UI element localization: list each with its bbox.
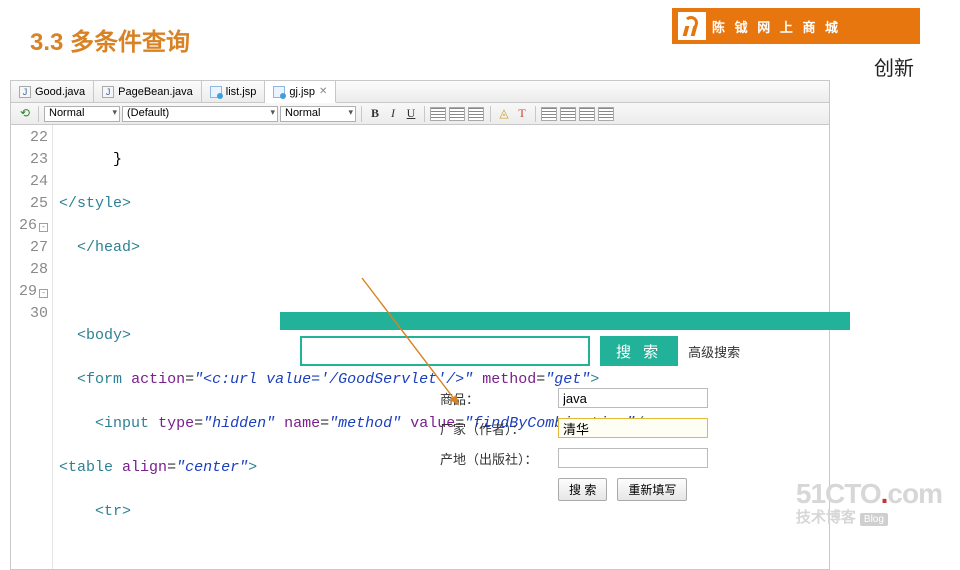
close-icon[interactable]: ✕ xyxy=(319,86,327,97)
form-submit-button[interactable]: 搜 索 xyxy=(558,478,607,501)
input-origin[interactable] xyxy=(558,448,708,468)
highlight-color-icon[interactable]: ◬ xyxy=(496,106,512,122)
underline-button[interactable]: U xyxy=(403,106,419,122)
separator xyxy=(38,106,39,122)
indent-left-button[interactable] xyxy=(541,107,557,121)
jsp-file-icon xyxy=(273,86,285,98)
bulleted-list-button[interactable] xyxy=(579,107,595,121)
search-input[interactable] xyxy=(300,336,590,366)
tab-label: Good.java xyxy=(35,86,85,98)
code-line: } xyxy=(59,149,653,171)
code-line: <tr> xyxy=(59,501,653,523)
format-toolbar: ⟲ Normal (Default) Normal B I U ◬ T xyxy=(11,103,829,125)
tab-pagebean-java[interactable]: J PageBean.java xyxy=(94,81,202,102)
bold-button[interactable]: B xyxy=(367,106,383,122)
separator xyxy=(424,106,425,122)
form-row-origin: 产地（出版社）： xyxy=(440,448,708,468)
brand-text: 陈 钺 网 上 商 城 xyxy=(712,17,841,36)
separator xyxy=(361,106,362,122)
fold-icon[interactable]: - xyxy=(39,223,48,232)
form-row-maker: 厂家（作者）： xyxy=(440,418,708,438)
brand-icon xyxy=(678,12,706,40)
nav-band xyxy=(280,312,850,330)
search-button[interactable]: 搜 索 xyxy=(600,336,678,366)
separator xyxy=(490,106,491,122)
italic-button[interactable]: I xyxy=(385,106,401,122)
form-reset-button[interactable]: 重新填写 xyxy=(617,478,687,501)
fold-icon[interactable]: - xyxy=(39,289,48,298)
tab-good-java[interactable]: J Good.java xyxy=(11,81,94,102)
source-mode-icon[interactable]: ⟲ xyxy=(17,106,33,122)
advanced-search-link[interactable]: 高级搜索 xyxy=(688,342,740,361)
font-combo[interactable]: (Default) xyxy=(122,106,278,122)
input-maker[interactable] xyxy=(558,418,708,438)
align-right-button[interactable] xyxy=(468,107,484,121)
search-row: 搜 索 高级搜索 xyxy=(300,336,740,366)
indent-right-button[interactable] xyxy=(560,107,576,121)
code-line: </style> xyxy=(59,193,653,215)
java-file-icon: J xyxy=(102,86,114,98)
tab-label: gj.jsp xyxy=(289,86,315,98)
label-origin: 产地（出版社）： xyxy=(440,449,552,468)
text-color-icon[interactable]: T xyxy=(514,106,530,122)
size-combo[interactable]: Normal xyxy=(280,106,356,122)
align-left-button[interactable] xyxy=(430,107,446,121)
tab-list-jsp[interactable]: list.jsp xyxy=(202,81,266,102)
jsp-file-icon xyxy=(210,86,222,98)
label-product: 商品： xyxy=(440,389,552,408)
form-row-product: 商品： xyxy=(440,388,708,408)
section-heading: 3.3 多条件查询 xyxy=(30,22,190,57)
numbered-list-button[interactable] xyxy=(598,107,614,121)
line-gutter: 22 23 24 25 26- 27 28 29- 30 xyxy=(11,125,53,569)
brand-bar: 陈 钺 网 上 商 城 xyxy=(672,8,920,44)
style-combo[interactable]: Normal xyxy=(44,106,120,122)
tab-gj-jsp[interactable]: gj.jsp ✕ xyxy=(265,81,336,103)
tab-label: list.jsp xyxy=(226,86,257,98)
editor-tab-bar: J Good.java J PageBean.java list.jsp gj.… xyxy=(11,81,829,103)
align-center-button[interactable] xyxy=(449,107,465,121)
slogan-fragment: 创新 xyxy=(874,52,914,81)
watermark: 51CTO.com 技术博客Blog xyxy=(796,479,942,526)
java-file-icon: J xyxy=(19,86,31,98)
label-maker: 厂家（作者）： xyxy=(440,419,552,438)
tab-label: PageBean.java xyxy=(118,86,193,98)
input-product[interactable] xyxy=(558,388,708,408)
code-line xyxy=(59,281,653,303)
code-line: </head> xyxy=(59,237,653,259)
separator xyxy=(535,106,536,122)
advanced-form: 商品： 厂家（作者）： 产地（出版社）： 搜 索 重新填写 xyxy=(440,388,708,501)
